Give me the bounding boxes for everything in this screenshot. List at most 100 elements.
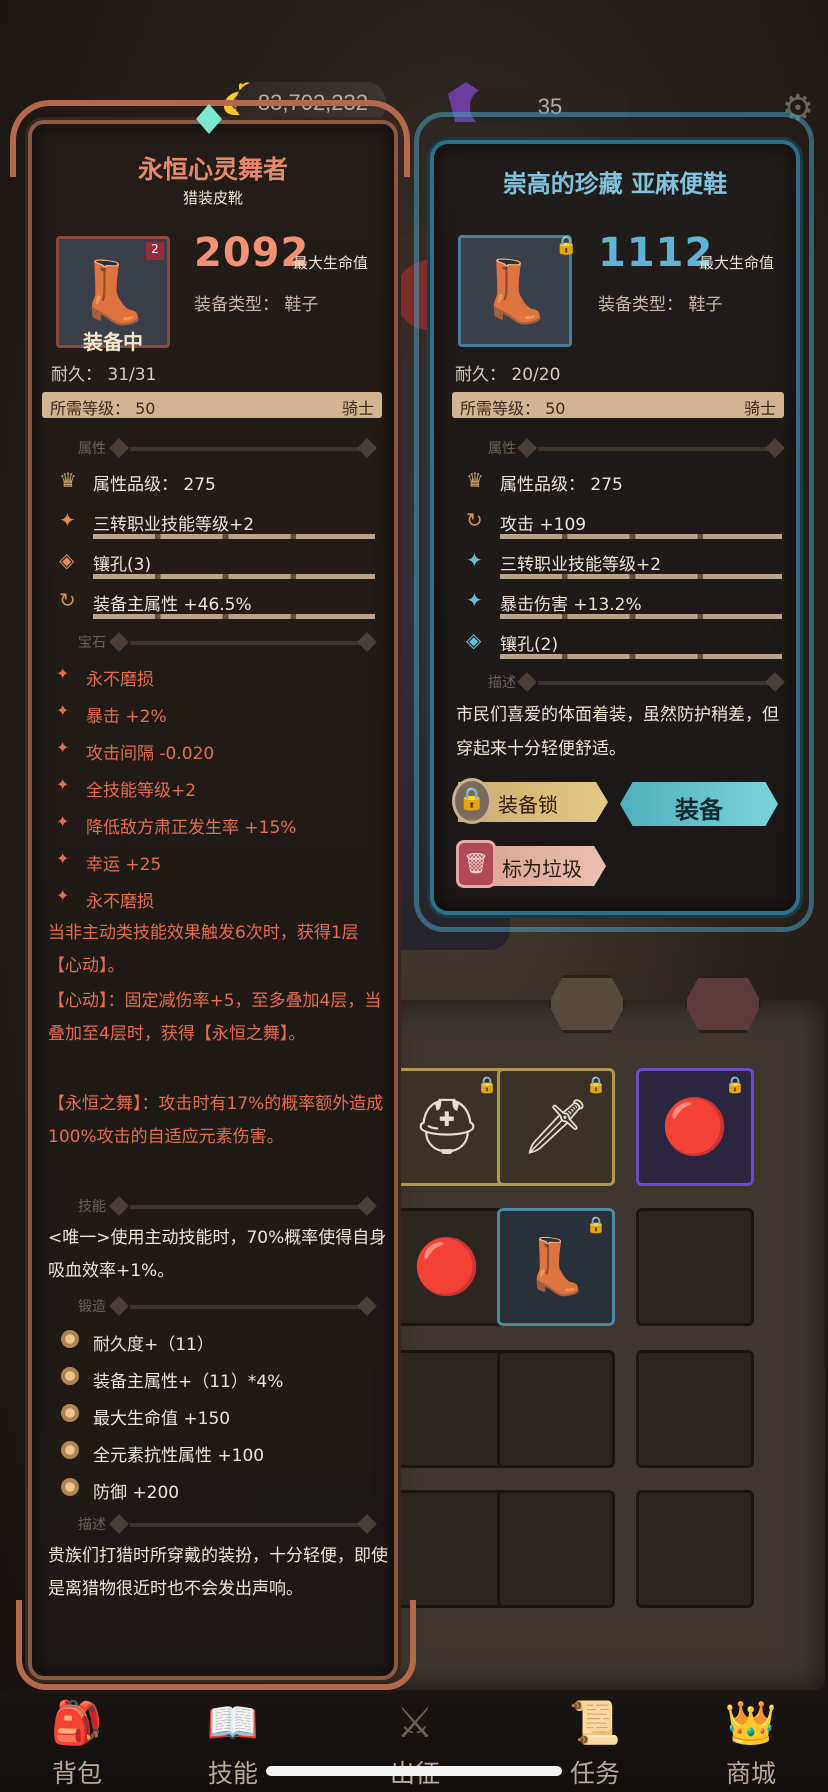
inventory-slot[interactable]: 🔒 🗡 <box>497 1068 615 1186</box>
cycle-icon: ↻ <box>59 588 76 612</box>
sparkle-icon: ✦ <box>56 886 70 905</box>
equip-button[interactable]: 装备 <box>620 782 778 826</box>
backpack-icon: 🎒 <box>50 1698 104 1747</box>
home-indicator <box>266 1766 562 1776</box>
section-divider <box>130 641 370 645</box>
inventory-slot[interactable]: 🔴 <box>388 1208 506 1326</box>
trash-bin-button[interactable] <box>684 975 762 1033</box>
socket-icon: ◈ <box>59 548 75 572</box>
compare-item-type: 装备类型： 鞋子 <box>598 295 723 315</box>
compare-item-level-bar: 所需等级： 50 骑士 <box>452 392 784 418</box>
equipped-attribute-row: ↻ 装备主属性 +46.5% <box>59 588 252 615</box>
nav-backpack[interactable]: 🎒 背包 <box>12 1698 142 1792</box>
equipped-item-subtitle: 猎装皮靴 <box>182 189 243 207</box>
nav-battle[interactable]: ⚔ 出征 <box>350 1698 480 1792</box>
compare-attribute-row: ✦ 暴击伤害 +13.2% <box>466 588 642 615</box>
gem-row: ✦ 永不磨损 <box>56 886 154 912</box>
gem-row: ✦ 永不磨损 <box>56 664 154 690</box>
star-icon: ✦ <box>466 548 483 572</box>
forge-row: 耐久度+（11） <box>61 1330 214 1355</box>
section-divider <box>130 1205 370 1209</box>
inventory-slot[interactable]: 🔒 🔴 <box>636 1068 754 1186</box>
section-forge-title: 锻造 <box>78 1299 106 1315</box>
nav-label: 商城 <box>725 1760 776 1788</box>
inventory-slot[interactable] <box>636 1208 754 1326</box>
attribute-divider <box>500 534 782 539</box>
required-level: 所需等级： 50 <box>50 399 156 418</box>
section-attributes-title: 属性 <box>488 441 516 457</box>
nav-shop[interactable]: 👑 商城 <box>686 1698 816 1792</box>
coin-icon <box>61 1367 79 1385</box>
helmet-icon: ⛑ <box>412 1095 482 1158</box>
inventory-slot[interactable] <box>636 1490 754 1608</box>
forge-row: 最大生命值 +150 <box>61 1404 230 1429</box>
attribute-divider <box>500 654 782 659</box>
section-attributes-title: 属性 <box>78 441 106 457</box>
inventory-slot[interactable] <box>388 1490 506 1608</box>
nav-label: 背包 <box>51 1760 102 1788</box>
shop-icon: 👑 <box>724 1698 778 1747</box>
coin-icon <box>61 1478 79 1496</box>
inventory-slot[interactable] <box>497 1350 615 1468</box>
orb-icon: 🔴 <box>413 1235 481 1298</box>
equipped-item-level-bar: 所需等级： 50 骑士 <box>42 392 382 418</box>
effect-text: 当非主动类技能效果触发6次时，获得1层【心动】。 <box>48 923 359 976</box>
cycle-icon: ↻ <box>466 508 483 532</box>
equipped-item-name: 永恒心灵舞者 <box>137 155 288 184</box>
nav-skills[interactable]: 📖 技能 <box>168 1698 298 1792</box>
sparkle-icon: ✦ <box>56 701 70 720</box>
sparkle-icon: ✦ <box>56 738 70 757</box>
section-gems-title: 宝石 <box>78 635 106 651</box>
inventory-slot[interactable]: 🔒 👢 <box>497 1208 615 1326</box>
section-description-title: 描述 <box>488 675 516 691</box>
sparkle-icon: ✦ <box>56 664 70 683</box>
gem-row: ✦ 幸运 +25 <box>56 849 162 875</box>
item-badge: 2 <box>146 242 164 260</box>
socket-icon: ◈ <box>466 628 482 652</box>
quest-icon: 📜 <box>568 1698 622 1747</box>
lock-icon: 🔒 <box>555 235 578 256</box>
inventory-slot[interactable]: 🔒 ⛑ <box>388 1068 506 1186</box>
battle-icon: ⚔ <box>396 1698 434 1747</box>
trash-icon[interactable]: 🗑 <box>456 840 496 888</box>
forge-row: 装备主属性+（11）*4% <box>61 1367 283 1392</box>
skill-book-icon: 📖 <box>206 1698 260 1747</box>
attribute-divider <box>500 614 782 619</box>
equipped-attribute-row: ✦ 三转职业技能等级+2 <box>59 508 255 535</box>
attribute-divider <box>93 614 375 619</box>
inventory-slot[interactable] <box>636 1350 754 1468</box>
quality-icon: ♛ <box>59 468 77 492</box>
sort-button[interactable] <box>548 975 626 1033</box>
inventory-slot[interactable] <box>388 1350 506 1468</box>
attribute-divider <box>93 534 375 539</box>
sword-icon: 🗡 <box>521 1095 591 1158</box>
equipped-attribute-row: ◈ 镶孔(3) <box>59 548 152 575</box>
forge-row: 全元素抗性属性 +100 <box>61 1441 264 1466</box>
equipped-panel-bottom-frame <box>16 1600 416 1690</box>
section-divider <box>538 447 778 451</box>
required-level: 所需等级： 50 <box>460 399 566 418</box>
effect-text: 【永恒之舞】：攻击时有17%的概率额外造成100%攻击的自适应元素伤害。 <box>48 1094 384 1147</box>
padlock-icon[interactable]: 🔒 <box>452 778 492 824</box>
boots-icon: 👢 <box>477 256 553 327</box>
class-name: 骑士 <box>341 399 374 418</box>
compare-item-description: 市民们喜爱的体面着装，虽然防护稍差，但穿起来十分轻便舒适。 <box>456 705 779 759</box>
inventory-slot[interactable] <box>497 1490 615 1608</box>
gem-row: ✦ 降低敌方肃正发生率 +15% <box>56 812 297 838</box>
equipped-status: 装备中 <box>83 330 143 354</box>
section-divider <box>130 1523 370 1527</box>
section-divider <box>130 447 370 451</box>
amulet-icon: 🔴 <box>661 1095 729 1158</box>
nav-quests[interactable]: 📜 任务 <box>530 1698 660 1792</box>
compare-item-main-value: 1112 <box>598 230 714 276</box>
section-skills-title: 技能 <box>78 1199 106 1215</box>
compare-attribute-row: ♛ 属性品级： 275 <box>466 468 623 495</box>
equipped-item-type: 装备类型： 鞋子 <box>194 295 319 315</box>
section-divider <box>130 1305 370 1309</box>
effect-text: 【心动】：固定减伤率+5，至多叠加4层，当叠加至4层时，获得【永恒之舞】。 <box>48 991 382 1044</box>
section-divider <box>538 681 778 685</box>
star-icon: ✦ <box>59 508 76 532</box>
equipped-attribute-row: ♛ 属性品级： 275 <box>59 468 216 495</box>
sparkle-icon: ✦ <box>56 849 70 868</box>
gem-row: ✦ 全技能等级+2 <box>56 775 197 801</box>
